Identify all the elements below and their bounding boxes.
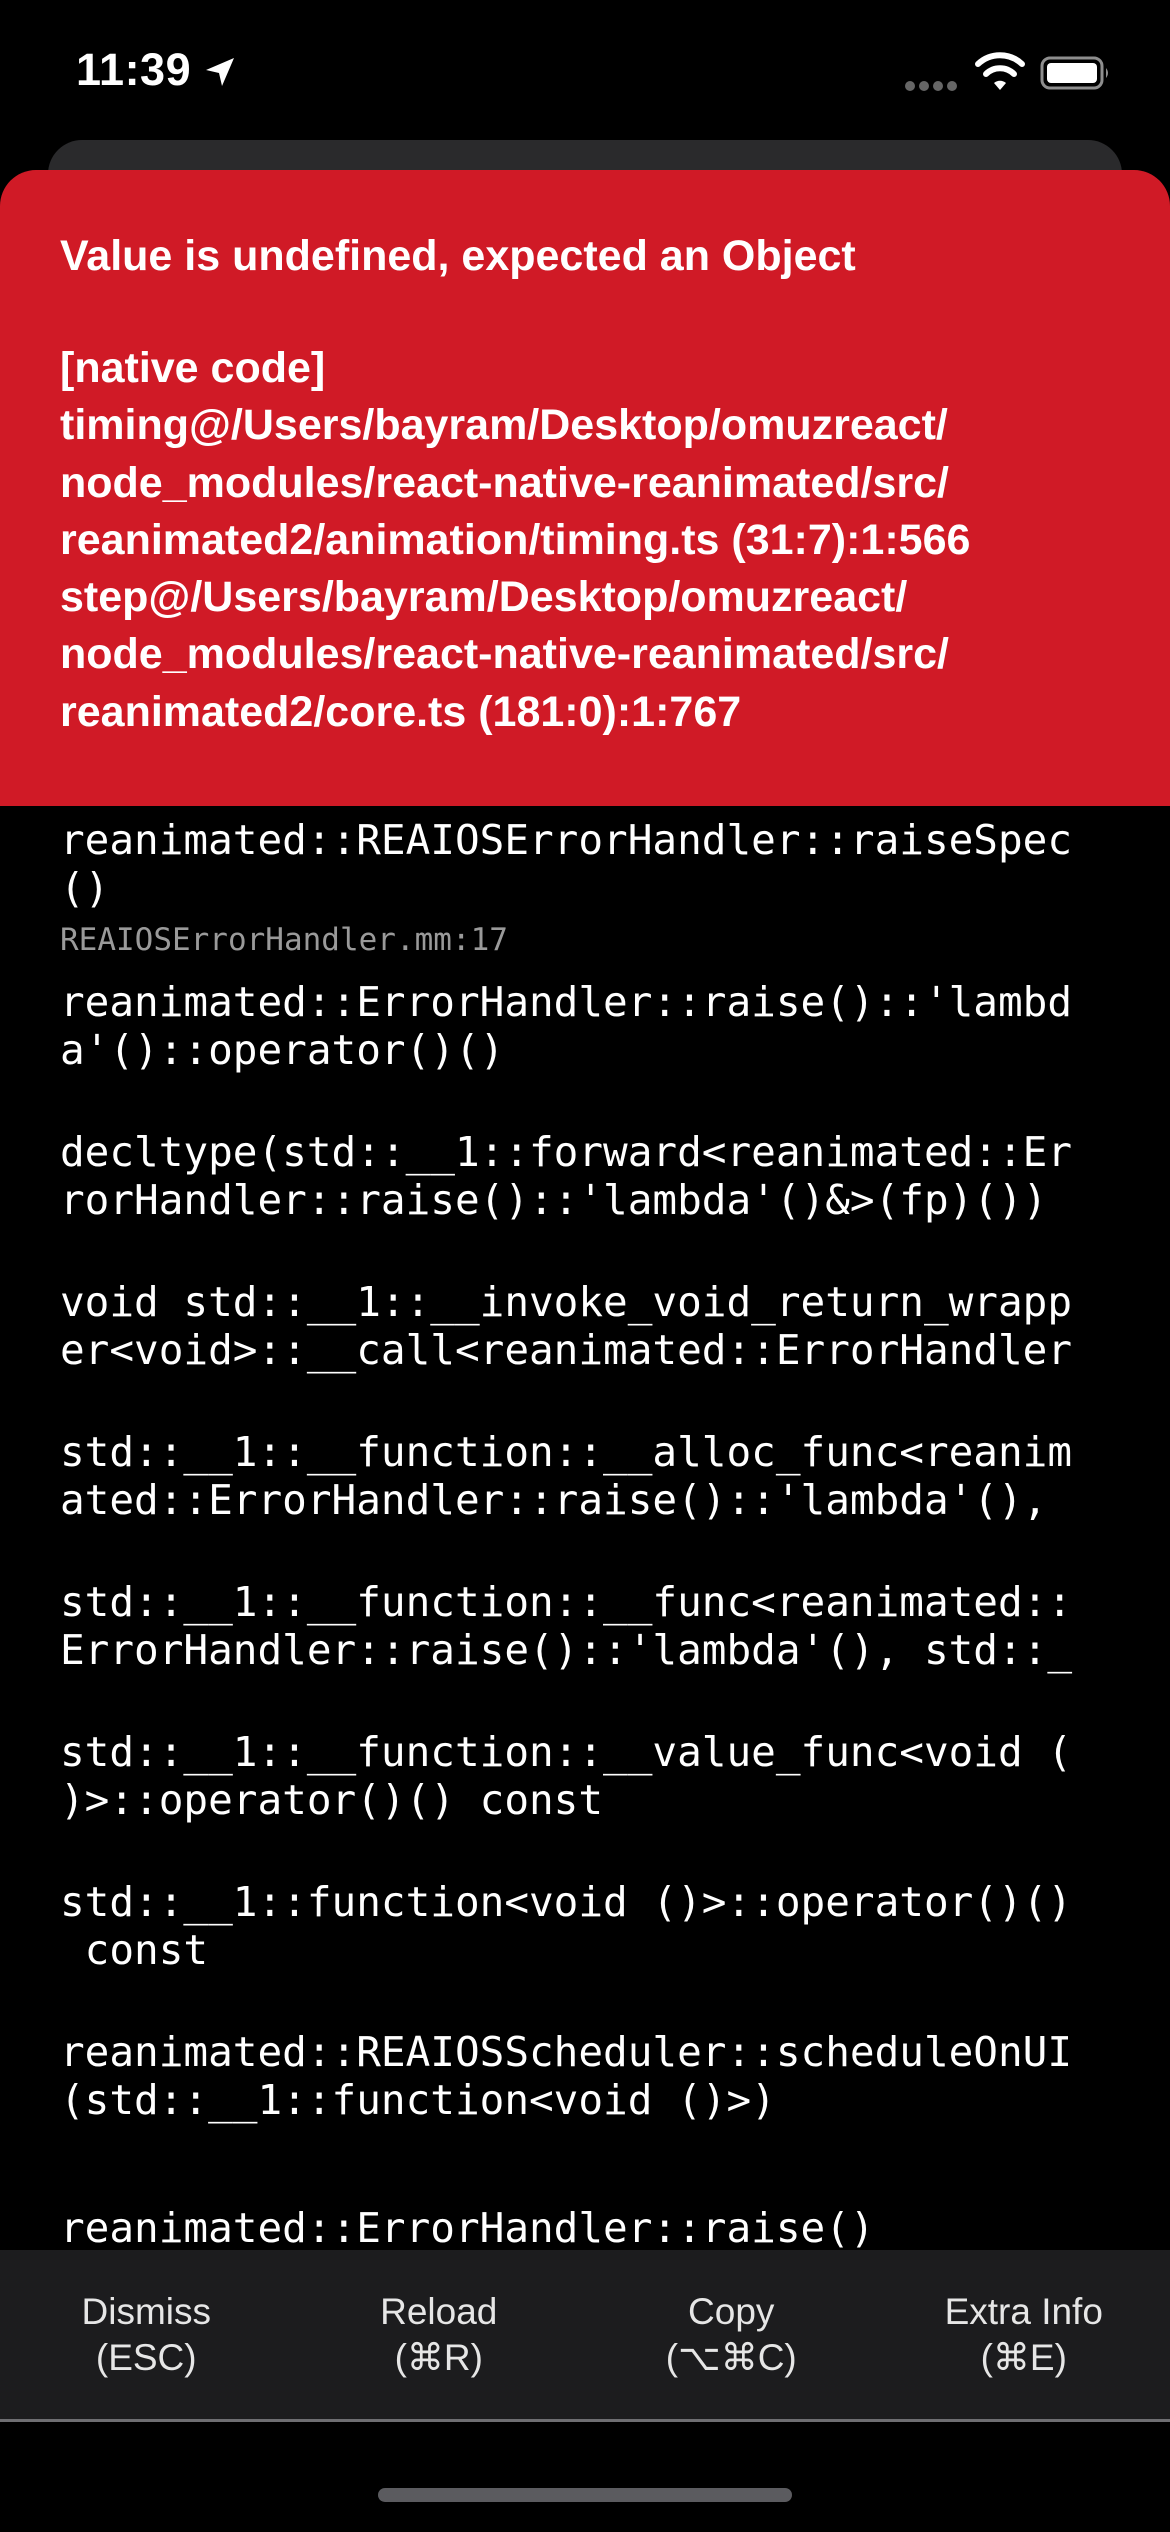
stack-frame-text: er<void>::__call<reanimated::ErrorHandle… xyxy=(60,1326,1073,1374)
stack-frame-text: reanimated::ErrorHandler::raise() xyxy=(60,2204,875,2250)
dismiss-shortcut: (ESC) xyxy=(95,2336,197,2378)
stack-frame[interactable]: decltype(std::__1::forward<reanimated::E… xyxy=(60,1128,1120,1224)
redbox-toolbar: Dismiss (ESC) Reload (⌘R) Copy (⌥⌘C) Ext… xyxy=(0,2250,1170,2422)
dismiss-button[interactable]: Dismiss (ESC) xyxy=(0,2250,293,2419)
stack-frame-text: void std::__1::__invoke_void_return_wrap… xyxy=(60,1278,1073,1326)
extra-info-label: Extra Info xyxy=(944,2290,1103,2332)
stack-frame-text: std::__1::__function::__value_func<void … xyxy=(60,1728,1073,1776)
stack-frame[interactable]: reanimated::ErrorHandler::raise()::'lamb… xyxy=(60,978,1120,1074)
stack-frame-text: const xyxy=(60,1926,209,1974)
error-stack-line: reanimated2/core.ts (181:0):1:767 xyxy=(60,687,742,736)
status-bar: 11:39 xyxy=(0,0,1170,150)
stack-frame[interactable]: std::__1::__function::__value_func<void … xyxy=(60,1728,1120,1824)
copy-button[interactable]: Copy (⌥⌘C) xyxy=(585,2250,878,2419)
stack-frame-text: () xyxy=(60,864,110,912)
stack-frame-file: REAIOSErrorHandler.mm:17 xyxy=(60,922,508,958)
stack-frame-text: (std::__1::function<void ()>) xyxy=(60,2076,776,2124)
copy-shortcut: (⌥⌘C) xyxy=(665,2336,797,2378)
error-banner: Value is undefined, expected an Object [… xyxy=(0,170,1170,806)
stack-frame[interactable]: std::__1::function<void ()>::operator()(… xyxy=(60,1878,1120,1974)
extra-info-button[interactable]: Extra Info (⌘E) xyxy=(878,2250,1170,2419)
reload-button[interactable]: Reload (⌘R) xyxy=(293,2250,586,2419)
cellular-signal-icon xyxy=(905,81,957,91)
reload-shortcut: (⌘R) xyxy=(394,2336,483,2378)
status-time: 11:39 xyxy=(76,44,192,95)
stack-frame-text: reanimated::REAIOSScheduler::scheduleOnU… xyxy=(60,2028,1073,2076)
copy-label: Copy xyxy=(688,2290,775,2332)
stack-frame[interactable]: reanimated::ErrorHandler::raise() xyxy=(60,2204,1120,2250)
stack-frame-text: reanimated::REAIOSErrorHandler::raiseSpe… xyxy=(60,816,1073,864)
stack-frame[interactable]: void std::__1::__invoke_void_return_wrap… xyxy=(60,1278,1120,1374)
error-stack-line: node_modules/react-native-reanimated/src… xyxy=(60,630,949,679)
reload-label: Reload xyxy=(380,2290,498,2332)
stack-frame-text: ated::ErrorHandler::raise()::'lambda'(), xyxy=(60,1476,1048,1524)
stack-frame[interactable]: reanimated::REAIOSErrorHandler::raiseSpe… xyxy=(60,816,1120,960)
home-indicator[interactable] xyxy=(378,2488,792,2502)
error-stack-line: node_modules/react-native-reanimated/src… xyxy=(60,458,949,507)
battery-icon xyxy=(1040,56,1108,90)
stack-frame-text: ErrorHandler::raise()::'lambda'(), std::… xyxy=(60,1626,1073,1674)
error-stack-line: [native code] xyxy=(60,344,326,392)
stack-frame-text: std::__1::__function::__func<reanimated:… xyxy=(60,1578,1073,1626)
error-stack-line: step@/Users/bayram/Desktop/omuzreact/ xyxy=(60,573,908,622)
stack-frame[interactable]: reanimated::REAIOSScheduler::scheduleOnU… xyxy=(60,2028,1120,2124)
wifi-icon xyxy=(975,52,1025,90)
stack-frame-text: )>::operator()() const xyxy=(60,1776,604,1824)
dismiss-label: Dismiss xyxy=(81,2290,211,2332)
error-stack-line: timing@/Users/bayram/Desktop/omuzreact/ xyxy=(60,401,948,450)
stack-frame-text: decltype(std::__1::forward<reanimated::E… xyxy=(60,1128,1073,1176)
error-js-stack: [native code] timing@/Users/bayram/Deskt… xyxy=(60,340,1110,741)
native-stack-list[interactable]: reanimated::REAIOSErrorHandler::raiseSpe… xyxy=(60,806,1120,2250)
stack-frame-text: rorHandler::raise()::'lambda'()&>(fp)()) xyxy=(60,1176,1048,1224)
stack-frame[interactable]: std::__1::__function::__func<reanimated:… xyxy=(60,1578,1120,1674)
location-arrow-icon xyxy=(206,58,234,86)
stack-frame[interactable]: std::__1::__function::__alloc_func<reani… xyxy=(60,1428,1120,1524)
stack-frame-text: a'()::operator()() xyxy=(60,1026,505,1074)
stack-frame-text: std::__1::function<void ()>::operator()(… xyxy=(60,1878,1073,1926)
error-stack-line: reanimated2/animation/timing.ts (31:7):1… xyxy=(60,515,971,564)
stack-frame-text: reanimated::ErrorHandler::raise()::'lamb… xyxy=(60,978,1073,1026)
stack-frame-text: std::__1::__function::__alloc_func<reani… xyxy=(60,1428,1073,1476)
extra-info-shortcut: (⌘E) xyxy=(980,2336,1067,2378)
error-title: Value is undefined, expected an Object xyxy=(60,232,856,280)
